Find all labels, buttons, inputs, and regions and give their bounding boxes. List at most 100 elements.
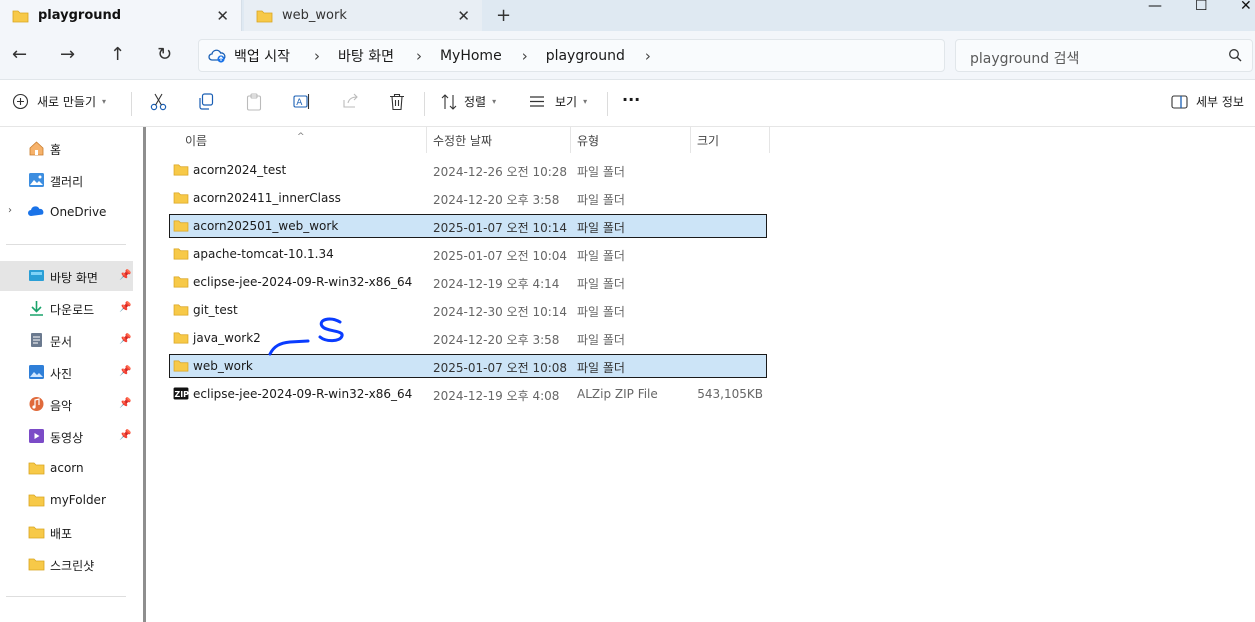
sidebar-scrollbar[interactable] [143, 127, 146, 622]
sidebar-item-gallery[interactable]: 갤러리 [0, 165, 133, 195]
sort-button[interactable]: 정렬 ▾ [441, 93, 496, 110]
file-type: 파일 폴더 [577, 361, 625, 375]
close-icon[interactable]: ✕ [216, 7, 229, 25]
divider [607, 92, 608, 116]
sidebar-item-label: 바탕 화면 [50, 271, 98, 285]
file-modified: 2024-12-30 오전 10:14 [433, 305, 568, 319]
file-row[interactable]: eclipse-jee-2024-09-R-win32-x86_64 2024-… [169, 270, 767, 294]
details-pane-button[interactable]: 세부 정보 [1171, 93, 1244, 110]
window-close-icon[interactable]: ✕ [1240, 0, 1252, 14]
chevron-right-icon[interactable]: › [416, 47, 422, 65]
sidebar-item-documents[interactable]: 문서 📌 [0, 325, 133, 355]
file-row-highlighted[interactable]: web_work 2025-01-07 오전 10:08 파일 폴더 [169, 354, 767, 378]
sidebar-item-videos[interactable]: 동영상 📌 [0, 421, 133, 451]
sidebar-item-label: 동영상 [50, 431, 84, 445]
sidebar-item-myfolder[interactable]: myFolder [0, 485, 133, 515]
folder-icon [28, 462, 45, 475]
chevron-right-icon[interactable]: › [314, 47, 320, 65]
sidebar-item-screenshots[interactable]: 스크린샷 [0, 549, 133, 579]
tab-strip: playground ✕ web_work ✕ + — ☐ ✕ [0, 0, 1255, 31]
file-row[interactable]: acorn2024_test 2024-12-26 오전 10:28 파일 폴더 [169, 158, 767, 182]
column-header-size[interactable]: 크기 [691, 127, 769, 153]
file-type: 파일 폴더 [577, 305, 625, 319]
file-type: 파일 폴더 [577, 193, 625, 207]
tab-web-work[interactable]: web_work ✕ [244, 0, 482, 31]
paste-icon[interactable] [246, 93, 262, 111]
file-size: 543,105KB [697, 387, 763, 401]
back-button[interactable]: ← [12, 44, 27, 65]
view-button[interactable]: 보기 ▾ [529, 93, 587, 110]
share-icon[interactable] [342, 93, 359, 109]
file-row[interactable]: git_test 2024-12-30 오전 10:14 파일 폴더 [169, 298, 767, 322]
pin-icon[interactable]: 📌 [119, 302, 131, 313]
search-icon [1229, 49, 1242, 62]
up-button[interactable]: ↑ [110, 44, 125, 65]
file-row[interactable]: apache-tomcat-10.1.34 2025-01-07 오전 10:0… [169, 242, 767, 266]
pin-icon[interactable]: 📌 [119, 398, 131, 409]
folder-icon [173, 192, 189, 204]
new-button-label: 새로 만들기 [37, 95, 97, 109]
divider [424, 92, 425, 116]
chevron-right-icon[interactable]: › [8, 205, 12, 216]
breadcrumb-item[interactable]: 바탕 화면 [338, 46, 394, 66]
cut-icon[interactable] [150, 93, 167, 111]
file-row[interactable]: java_work2 2024-12-20 오후 3:58 파일 폴더 [169, 326, 767, 350]
refresh-button[interactable]: ↻ [157, 44, 172, 65]
file-modified: 2024-12-26 오전 10:28 [433, 165, 568, 179]
file-row[interactable]: ZIP eclipse-jee-2024-09-R-win32-x86_64 2… [169, 382, 767, 406]
minimize-icon[interactable]: — [1148, 0, 1162, 14]
new-button[interactable]: 새로 만들기 ▾ [12, 93, 106, 110]
command-bar: 새로 만들기 ▾ A 정렬 ▾ 보기 ▾ ··· 세부 정보 [0, 80, 1255, 127]
more-options-icon[interactable]: ··· [622, 90, 640, 109]
rename-icon[interactable]: A [293, 93, 311, 110]
folder-icon [28, 526, 45, 539]
sidebar-item-onedrive[interactable]: › OneDrive [0, 197, 133, 227]
document-icon [31, 333, 42, 347]
sidebar-item-deploy[interactable]: 배포 [0, 517, 133, 547]
file-name: acorn2024_test [193, 163, 287, 177]
breadcrumb-item[interactable]: MyHome [440, 48, 502, 64]
folder-icon [173, 248, 189, 260]
divider [131, 92, 132, 116]
column-header-modified[interactable]: 수정한 날짜 [427, 127, 570, 153]
sidebar-item-desktop[interactable]: 바탕 화면 📌 [0, 261, 133, 291]
sidebar-item-acorn[interactable]: acorn [0, 453, 133, 483]
maximize-icon[interactable]: ☐ [1195, 0, 1208, 14]
search-input[interactable]: playground 검색 [955, 39, 1253, 72]
file-row[interactable]: acorn202411_innerClass 2024-12-20 오후 3:5… [169, 186, 767, 210]
forward-button[interactable]: → [60, 44, 75, 65]
new-tab-button[interactable]: + [496, 5, 511, 26]
column-divider[interactable] [769, 127, 770, 153]
file-name: java_work2 [193, 331, 261, 345]
sort-ascending-icon: ^ [297, 132, 305, 142]
pin-icon[interactable]: 📌 [119, 430, 131, 441]
home-icon [29, 141, 44, 156]
onedrive-icon [28, 206, 44, 216]
column-header-name[interactable]: 이름 ^ [150, 127, 426, 153]
sidebar-item-downloads[interactable]: 다운로드 📌 [0, 293, 133, 323]
copy-icon[interactable] [198, 93, 214, 110]
column-header-type[interactable]: 유형 [571, 127, 690, 153]
pin-icon[interactable]: 📌 [119, 334, 131, 345]
breadcrumb-item[interactable]: 백업 시작 [234, 46, 290, 66]
sidebar-item-pictures[interactable]: 사진 📌 [0, 357, 133, 387]
chevron-right-icon[interactable]: › [645, 47, 651, 65]
sidebar-item-label: 사진 [50, 367, 73, 381]
address-bar[interactable]: 백업 시작 › 바탕 화면 › MyHome › playground › [198, 39, 945, 72]
svg-text:A: A [296, 98, 303, 108]
pin-icon[interactable]: 📌 [119, 270, 131, 281]
file-row-highlighted[interactable]: acorn202501_web_work 2025-01-07 오전 10:14… [169, 214, 767, 238]
breadcrumb-item[interactable]: playground [546, 48, 625, 64]
close-icon[interactable]: ✕ [457, 7, 470, 25]
sidebar-item-home[interactable]: 홈 [0, 133, 133, 163]
video-icon [29, 429, 44, 443]
delete-icon[interactable] [389, 93, 405, 111]
chevron-right-icon[interactable]: › [522, 47, 528, 65]
tab-label: web_work [282, 8, 347, 23]
folder-icon [12, 10, 29, 22]
sidebar-item-label: 음악 [50, 399, 73, 413]
pin-icon[interactable]: 📌 [119, 366, 131, 377]
file-type: ALZip ZIP File [577, 387, 658, 401]
tab-playground[interactable]: playground ✕ [0, 0, 242, 31]
sidebar-item-music[interactable]: 음악 📌 [0, 389, 133, 419]
